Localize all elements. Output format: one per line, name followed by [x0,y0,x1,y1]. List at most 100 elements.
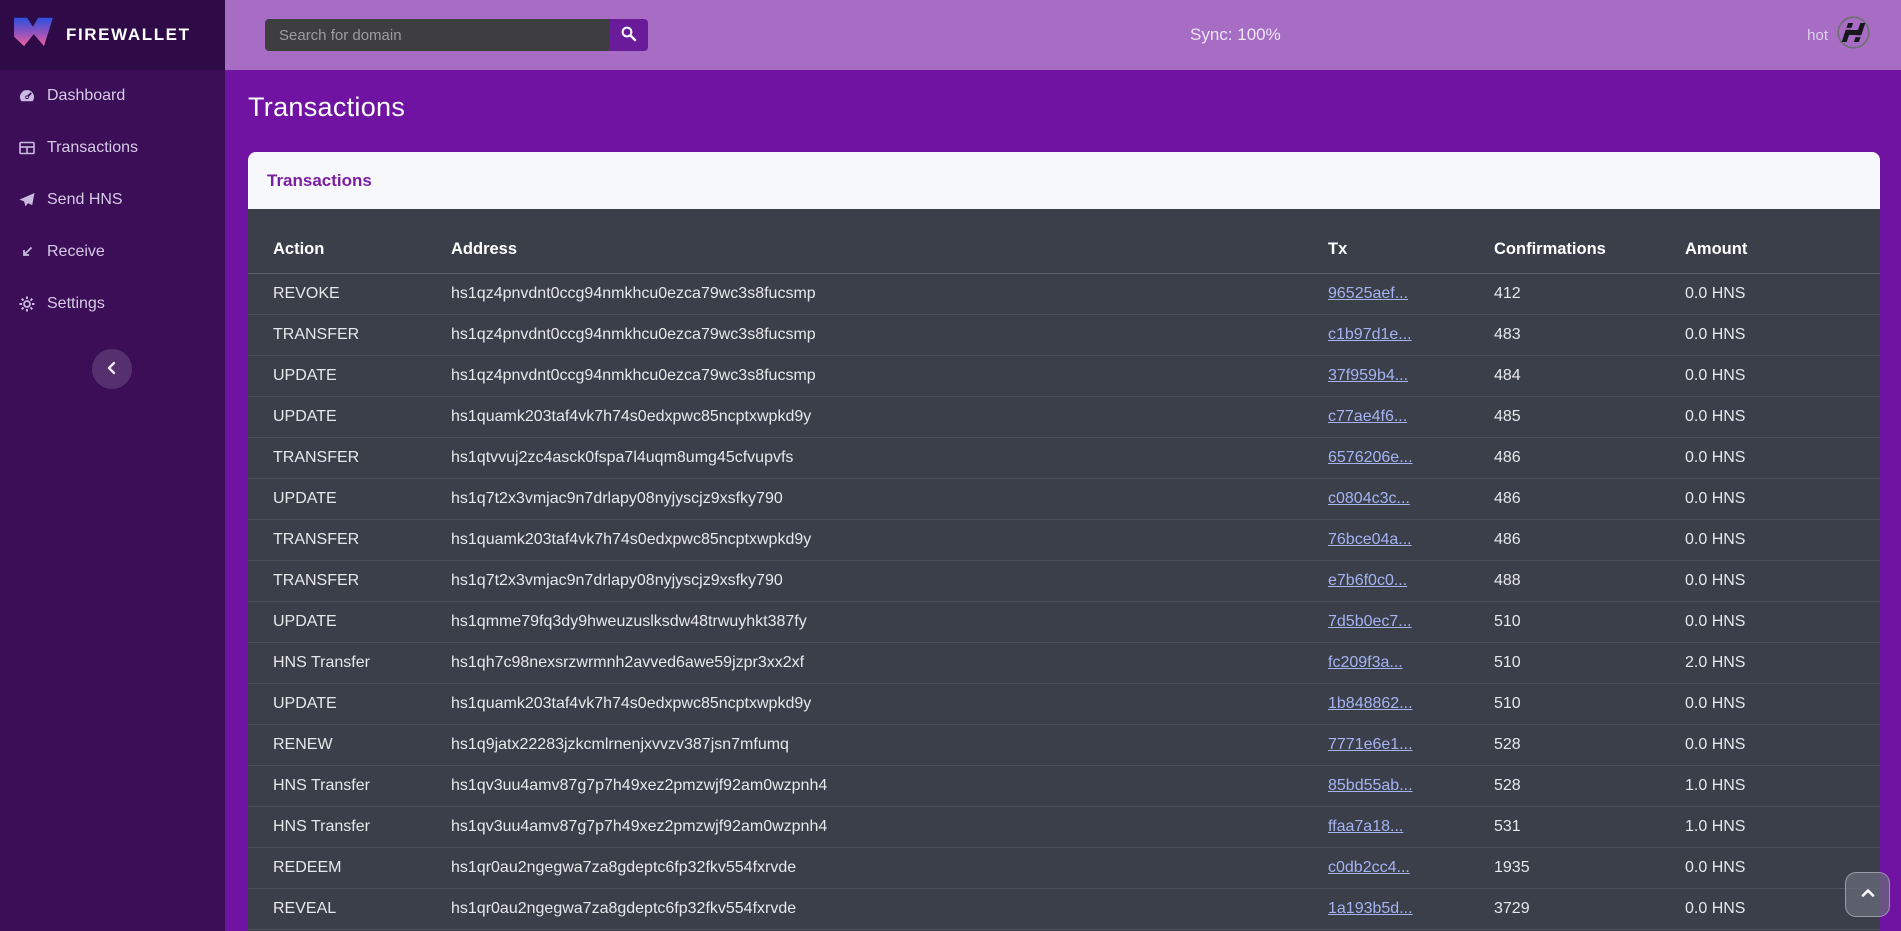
handshake-logo-icon [1837,16,1870,54]
tx-link[interactable]: 37f959b4... [1328,367,1408,384]
wallet-name: hot [1807,27,1828,44]
sidebar-item-label: Receive [47,243,105,261]
table-row: UPDATE hs1quamk203taf4vk7h74s0edxpwc85nc… [248,397,1880,438]
chevron-left-icon [104,360,120,379]
sidebar-item-receive[interactable]: Receive [0,226,225,278]
cell-action: HNS Transfer [273,654,451,672]
table-row: REVOKE hs1qz4pnvdnt0ccg94nmkhcu0ezca79wc… [248,274,1880,315]
tx-link[interactable]: 7771e6e1... [1328,736,1413,753]
app-window: FIREWALLET Dashboard [0,0,1901,931]
search-button[interactable] [609,19,648,51]
tx-link[interactable]: 1a193b5d... [1328,900,1413,917]
cell-action: RENEW [273,736,451,754]
table-body: REVOKE hs1qz4pnvdnt0ccg94nmkhcu0ezca79wc… [248,274,1880,930]
tx-link[interactable]: e7b6f0c0... [1328,572,1407,589]
tx-link[interactable]: 76bce04a... [1328,531,1412,548]
cell-action: HNS Transfer [273,777,451,795]
search-icon [620,25,637,45]
cell-action: TRANSFER [273,326,451,344]
cell-address: hs1qv3uu4amv87g7p7h49xez2pmzwjf92am0wzpn… [451,777,1328,795]
arrow-down-left-icon [18,243,36,261]
cell-amount: 0.0 HNS [1685,490,1855,508]
cell-address: hs1qz4pnvdnt0ccg94nmkhcu0ezca79wc3s8fucs… [451,367,1328,385]
cell-address: hs1quamk203taf4vk7h74s0edxpwc85ncptxwpkd… [451,408,1328,426]
table-row: UPDATE hs1qz4pnvdnt0ccg94nmkhcu0ezca79wc… [248,356,1880,397]
sidebar-item-label: Transactions [47,139,138,157]
cell-confirmations: 510 [1494,695,1685,713]
sync-status: Sync: 100% [1190,0,1281,70]
tx-link[interactable]: 7d5b0ec7... [1328,613,1412,630]
cell-action: UPDATE [273,490,451,508]
cell-confirmations: 485 [1494,408,1685,426]
cell-action: UPDATE [273,695,451,713]
sidebar-item-transactions[interactable]: Transactions [0,122,225,174]
cell-address: hs1quamk203taf4vk7h74s0edxpwc85ncptxwpkd… [451,531,1328,549]
cell-amount: 0.0 HNS [1685,900,1855,918]
table-header-row: Action Address Tx Confirmations Amount [248,209,1880,274]
table-row: UPDATE hs1q7t2x3vmjac9n7drlapy08nyjyscjz… [248,479,1880,520]
sidebar-item-send-hns[interactable]: Send HNS [0,174,225,226]
cell-confirmations: 484 [1494,367,1685,385]
tx-link[interactable]: fc209f3a... [1328,654,1403,671]
cell-confirmations: 528 [1494,736,1685,754]
cell-address: hs1qr0au2ngegwa7za8gdeptc6fp32fkv554fxrv… [451,859,1328,877]
cell-confirmations: 528 [1494,777,1685,795]
cell-amount: 0.0 HNS [1685,326,1855,344]
tx-link[interactable]: 6576206e... [1328,449,1413,466]
chevron-up-icon [1858,883,1878,906]
table-row: RENEW hs1q9jatx22283jzkcmlrnenjxvvzv387j… [248,725,1880,766]
brand-name: FIREWALLET [66,25,191,45]
tx-link[interactable]: ffaa7a18... [1328,818,1403,835]
tx-link[interactable]: 96525aef... [1328,285,1408,302]
tx-link[interactable]: c1b97d1e... [1328,326,1412,343]
cell-confirmations: 486 [1494,531,1685,549]
sidebar-item-label: Settings [47,295,105,313]
cell-address: hs1qr0au2ngegwa7za8gdeptc6fp32fkv554fxrv… [451,900,1328,918]
table-row: TRANSFER hs1qtvvuj2zc4asck0fspa7l4uqm8um… [248,438,1880,479]
cell-address: hs1q7t2x3vmjac9n7drlapy08nyjyscjz9xsfky7… [451,572,1328,590]
table-icon [18,139,36,157]
transactions-table: Action Address Tx Confirmations Amount R… [248,209,1880,931]
sidebar-item-label: Dashboard [47,87,125,105]
wallet-selector[interactable]: hot [1807,0,1870,70]
cell-address: hs1qz4pnvdnt0ccg94nmkhcu0ezca79wc3s8fucs… [451,326,1328,344]
cell-confirmations: 412 [1494,285,1685,303]
tx-link[interactable]: 85bd55ab... [1328,777,1413,794]
domain-search [265,19,648,51]
cell-confirmations: 483 [1494,326,1685,344]
table-row: UPDATE hs1quamk203taf4vk7h74s0edxpwc85nc… [248,684,1880,725]
gear-icon [18,295,36,313]
cell-amount: 0.0 HNS [1685,531,1855,549]
tx-link[interactable]: c0db2cc4... [1328,859,1410,876]
cell-action: UPDATE [273,613,451,631]
tx-link[interactable]: c0804c3c... [1328,490,1410,507]
table-row: TRANSFER hs1qz4pnvdnt0ccg94nmkhcu0ezca79… [248,315,1880,356]
sidebar-item-settings[interactable]: Settings [0,278,225,330]
cell-action: TRANSFER [273,572,451,590]
brand: FIREWALLET [0,0,225,70]
table-row: UPDATE hs1qmme79fq3dy9hweuzuslksdw48trwu… [248,602,1880,643]
cell-amount: 0.0 HNS [1685,736,1855,754]
cell-amount: 0.0 HNS [1685,408,1855,426]
table-row: HNS Transfer hs1qv3uu4amv87g7p7h49xez2pm… [248,807,1880,848]
table-row: TRANSFER hs1q7t2x3vmjac9n7drlapy08nyjysc… [248,561,1880,602]
cell-action: REDEEM [273,859,451,877]
table-row: HNS Transfer hs1qh7c98nexsrzwrmnh2avved6… [248,643,1880,684]
cell-amount: 1.0 HNS [1685,818,1855,836]
cell-address: hs1q7t2x3vmjac9n7drlapy08nyjyscjz9xsfky7… [451,490,1328,508]
cell-amount: 2.0 HNS [1685,654,1855,672]
scroll-to-top-button[interactable] [1845,872,1890,917]
card-title: Transactions [248,152,1880,209]
transactions-card: Transactions Action Address Tx Confirmat… [248,152,1880,931]
column-header-confirmations: Confirmations [1494,240,1685,259]
paper-plane-icon [18,191,36,209]
cell-amount: 0.0 HNS [1685,859,1855,877]
tx-link[interactable]: 1b848862... [1328,695,1413,712]
sidebar-collapse-button[interactable] [92,349,132,389]
search-input[interactable] [265,19,609,51]
sidebar-item-dashboard[interactable]: Dashboard [0,70,225,122]
cell-action: REVEAL [273,900,451,918]
cell-action: UPDATE [273,367,451,385]
table-row: TRANSFER hs1quamk203taf4vk7h74s0edxpwc85… [248,520,1880,561]
tx-link[interactable]: c77ae4f6... [1328,408,1407,425]
